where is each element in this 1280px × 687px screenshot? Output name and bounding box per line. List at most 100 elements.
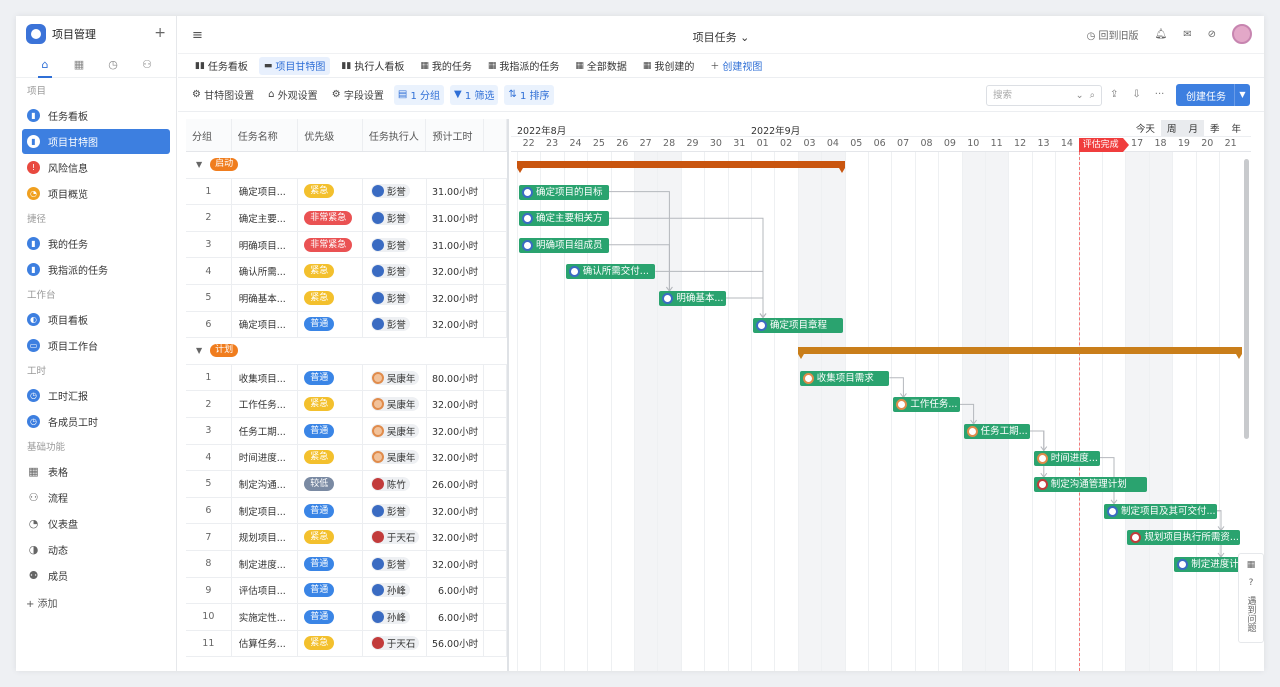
priority-cell[interactable]: 普通	[298, 364, 363, 391]
group-header[interactable]: ▼ 计划	[186, 338, 507, 365]
task-bar[interactable]: 确认所需交付...	[565, 264, 656, 280]
sidebar-item[interactable]: ▮ 项目甘特图	[22, 129, 170, 154]
priority-cell[interactable]: 普通	[298, 417, 363, 444]
table-row[interactable]: 2 工作任务... 紧急 吴康年 32.00小时	[186, 391, 507, 418]
table-row[interactable]: 10 实施定性... 普通 孙峰 6.00小时	[186, 604, 507, 631]
inbox-icon[interactable]: ✉	[1183, 29, 1191, 40]
task-bar[interactable]: 明确基本...	[659, 291, 726, 306]
priority-cell[interactable]: 非常紧急	[298, 231, 363, 258]
priority-cell[interactable]: 紧急	[298, 444, 363, 471]
priority-cell[interactable]: 紧急	[298, 258, 363, 284]
table-row[interactable]: 11 估算任务... 紧急 于天石 56.00小时	[186, 630, 507, 658]
chevron-down-icon[interactable]: ▼	[1234, 84, 1250, 106]
task-name[interactable]: 确定主要...	[232, 205, 299, 231]
sidebar-item[interactable]: ▮ 我指派的任务	[22, 257, 170, 282]
priority-cell[interactable]: 紧急	[298, 178, 363, 205]
priority-cell[interactable]: 紧急	[298, 630, 363, 657]
task-name[interactable]: 任务工期...	[232, 417, 299, 444]
priority-cell[interactable]: 紧急	[298, 391, 363, 417]
task-name[interactable]: 确认所需...	[232, 258, 299, 284]
assignee-cell[interactable]: 于天石	[363, 524, 427, 550]
table-row[interactable]: 7 规划项目... 紧急 于天石 32.00小时	[186, 524, 507, 551]
gantt-settings-button[interactable]: ⚙ 甘特图设置	[188, 85, 258, 105]
task-name[interactable]: 时间进度...	[232, 444, 299, 471]
table-row[interactable]: 6 确定项目... 普通 彭誉 32.00小时	[186, 311, 507, 339]
field-settings-button[interactable]: ⚙ 字段设置	[328, 85, 388, 105]
task-bar[interactable]: 收集项目需求	[799, 370, 890, 386]
filter-button[interactable]: ▼ 1 筛选	[450, 84, 499, 105]
sidebar-add-button[interactable]: + 添加	[16, 590, 176, 614]
assignee-cell[interactable]: 彭誉	[363, 550, 427, 577]
clock-tab-icon[interactable]: ◷	[96, 52, 130, 78]
search-input[interactable]: 搜索 ⌄ ⌕	[986, 85, 1102, 106]
sort-button[interactable]: ⇅ 1 排序	[504, 84, 554, 105]
table-row[interactable]: 1 收集项目... 普通 吴康年 80.00小时	[186, 364, 507, 392]
task-name[interactable]: 规划项目...	[232, 524, 299, 550]
task-name[interactable]: 实施定性...	[232, 604, 299, 630]
priority-cell[interactable]: 普通	[298, 604, 363, 630]
assignee-cell[interactable]: 彭誉	[363, 231, 427, 258]
sidebar-item[interactable]: ◔ 仪表盘	[22, 511, 170, 536]
assignee-cell[interactable]: 彭誉	[363, 311, 427, 338]
table-tab-icon[interactable]: ▦	[62, 52, 96, 78]
task-name[interactable]: 评估项目...	[232, 577, 299, 604]
assignee-cell[interactable]: 陈竹	[363, 471, 427, 497]
view-tab[interactable]: ▬ 项目甘特图	[258, 56, 331, 75]
task-name[interactable]: 制定进度...	[232, 550, 299, 577]
priority-cell[interactable]: 普通	[298, 577, 363, 604]
table-row[interactable]: 8 制定进度... 普通 彭誉 32.00小时	[186, 550, 507, 578]
column-header[interactable]: 任务执行人	[363, 119, 427, 151]
create-task-button[interactable]: 创建任务 ▼	[1176, 84, 1250, 106]
view-tab[interactable]: ▮▮ 任务看板	[190, 57, 253, 75]
table-row[interactable]: 4 确认所需... 紧急 彭誉 32.00小时	[186, 258, 507, 285]
task-name[interactable]: 估算任务...	[232, 630, 299, 657]
assignee-cell[interactable]: 吴康年	[363, 444, 427, 471]
assignee-cell[interactable]: 吴康年	[363, 417, 427, 444]
download-icon[interactable]: ⇩	[1132, 89, 1140, 100]
table-row[interactable]: 4 时间进度... 紧急 吴康年 32.00小时	[186, 444, 507, 472]
task-bar[interactable]: 确定主要相关方	[519, 211, 609, 227]
priority-cell[interactable]: 紧急	[298, 284, 363, 311]
task-bar[interactable]: 时间进度...	[1033, 450, 1100, 466]
help-label[interactable]: 遇到问题	[1245, 596, 1258, 632]
table-row[interactable]: 3 任务工期... 普通 吴康年 32.00小时	[186, 417, 507, 445]
sidebar-item[interactable]: ◔ 项目概览	[22, 181, 170, 206]
column-header[interactable]: 优先级	[298, 119, 363, 151]
sidebar-item[interactable]: ◐ 项目看板	[22, 307, 170, 332]
table-row[interactable]: 9 评估项目... 普通 孙峰 6.00小时	[186, 577, 507, 605]
back-old-version-button[interactable]: ◷ 回到旧版	[1087, 27, 1139, 42]
assignee-cell[interactable]: 孙峰	[363, 604, 427, 630]
group-header[interactable]: ▼ 启动	[186, 152, 507, 179]
view-tab[interactable]: ＋创建视图	[705, 57, 767, 75]
qr-code-icon[interactable]: ▦	[1247, 560, 1256, 570]
task-bar[interactable]: 确定项目章程	[753, 317, 843, 333]
task-name[interactable]: 工作任务...	[232, 391, 299, 417]
assignee-cell[interactable]: 彭誉	[363, 497, 427, 524]
task-bar[interactable]: 规划项目执行所需资...	[1127, 530, 1241, 546]
task-name[interactable]: 明确项目...	[232, 231, 299, 258]
appearance-settings-button[interactable]: ⌂ 外观设置	[264, 85, 322, 105]
task-name[interactable]: 制定沟通...	[232, 471, 299, 497]
column-header[interactable]: 预计工时	[426, 119, 485, 151]
sidebar-item[interactable]: ◷ 工时汇报	[22, 383, 170, 408]
assignee-cell[interactable]: 吴康年	[363, 391, 427, 417]
task-bar[interactable]: 制定项目及其可交付...	[1104, 503, 1217, 519]
task-name[interactable]: 收集项目...	[232, 364, 299, 391]
view-tab[interactable]: ▦ 我指派的任务	[483, 57, 565, 75]
table-row[interactable]: 6 制定项目... 普通 彭誉 32.00小时	[186, 497, 507, 525]
group-button[interactable]: ▤ 1 分组	[393, 84, 445, 105]
chevron-down-icon[interactable]: ▼	[196, 346, 202, 355]
task-name[interactable]: 确定项目...	[232, 178, 299, 205]
sidebar-item[interactable]: ◷ 各成员工时	[22, 409, 170, 434]
vertical-scrollbar[interactable]	[1244, 159, 1249, 439]
more-icon[interactable]: ···	[1155, 89, 1165, 100]
task-bar[interactable]: 任务工期...	[963, 424, 1030, 439]
assignee-cell[interactable]: 吴康年	[363, 364, 427, 391]
compass-icon[interactable]: ⊘	[1208, 29, 1216, 40]
view-tab[interactable]: ▦ 我的任务	[415, 57, 477, 75]
priority-cell[interactable]: 较低	[298, 471, 363, 497]
help-icon[interactable]: ?	[1249, 578, 1254, 588]
priority-cell[interactable]: 普通	[298, 311, 363, 338]
task-bar[interactable]: 确定项目的目标	[519, 184, 609, 200]
assignee-cell[interactable]: 孙峰	[363, 577, 427, 604]
